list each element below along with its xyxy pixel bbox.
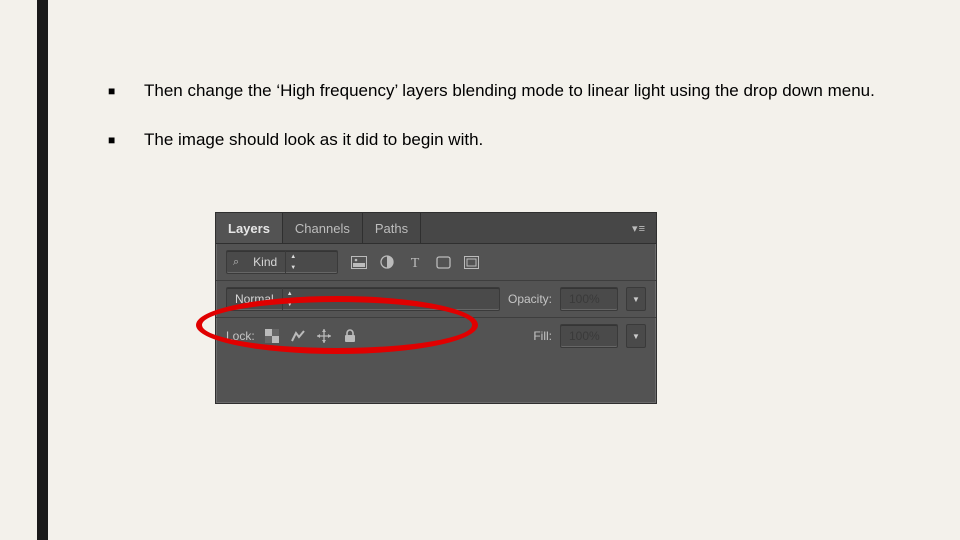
filter-icons: T	[350, 254, 480, 270]
panel-menu-icon[interactable]: ▾≡	[622, 222, 656, 235]
stepper-icon: ▲▼	[285, 251, 300, 273]
lock-position-icon[interactable]	[315, 328, 333, 344]
blend-mode-row: Normal ▲▼ Opacity: 100% ▼	[216, 281, 656, 318]
lock-all-icon[interactable]	[341, 328, 359, 344]
layers-panel: Layers Channels Paths ▾≡ ⌕ Kind ▲▼ T	[215, 212, 657, 404]
layer-filter-row: ⌕ Kind ▲▼ T	[216, 244, 656, 281]
filter-kind-value: Kind	[245, 255, 285, 269]
blend-mode-dropdown[interactable]: Normal ▲▼	[226, 287, 500, 311]
tab-channels[interactable]: Channels	[283, 213, 363, 243]
blend-mode-value: Normal	[227, 292, 282, 306]
slide-accent-bar	[37, 0, 48, 540]
filter-kind-dropdown[interactable]: ⌕ Kind ▲▼	[226, 250, 338, 274]
panel-tabs: Layers Channels Paths ▾≡	[216, 213, 656, 244]
opacity-field[interactable]: 100%	[560, 287, 618, 311]
svg-text:T: T	[411, 256, 420, 269]
bullet-item: Then change the ‘High frequency’ layers …	[108, 80, 890, 103]
search-icon: ⌕	[227, 256, 245, 269]
layers-panel-screenshot: Layers Channels Paths ▾≡ ⌕ Kind ▲▼ T	[215, 212, 655, 402]
smart-object-filter-icon[interactable]	[462, 254, 480, 270]
fill-label: Fill:	[533, 329, 552, 343]
fill-field[interactable]: 100%	[560, 324, 618, 348]
pixel-layer-filter-icon[interactable]	[350, 254, 368, 270]
fill-dropdown-icon[interactable]: ▼	[626, 324, 646, 348]
opacity-label: Opacity:	[508, 292, 552, 306]
shape-layer-filter-icon[interactable]	[434, 254, 452, 270]
opacity-value: 100%	[561, 292, 608, 306]
lock-pixels-icon[interactable]	[289, 328, 307, 344]
type-layer-filter-icon[interactable]: T	[406, 254, 424, 270]
fill-value: 100%	[561, 329, 608, 343]
bullet-list: Then change the ‘High frequency’ layers …	[108, 80, 890, 152]
bullet-item: The image should look as it did to begin…	[108, 129, 890, 152]
lock-transparency-icon[interactable]	[263, 328, 281, 344]
stepper-icon: ▲▼	[282, 288, 297, 310]
opacity-dropdown-icon[interactable]: ▼	[626, 287, 646, 311]
adjustment-layer-filter-icon[interactable]	[378, 254, 396, 270]
tab-paths[interactable]: Paths	[363, 213, 421, 243]
lock-label: Lock:	[226, 329, 255, 343]
tab-layers[interactable]: Layers	[216, 213, 283, 243]
slide-content: Then change the ‘High frequency’ layers …	[108, 80, 890, 178]
lock-row: Lock: Fill: 100% ▼	[216, 318, 656, 354]
